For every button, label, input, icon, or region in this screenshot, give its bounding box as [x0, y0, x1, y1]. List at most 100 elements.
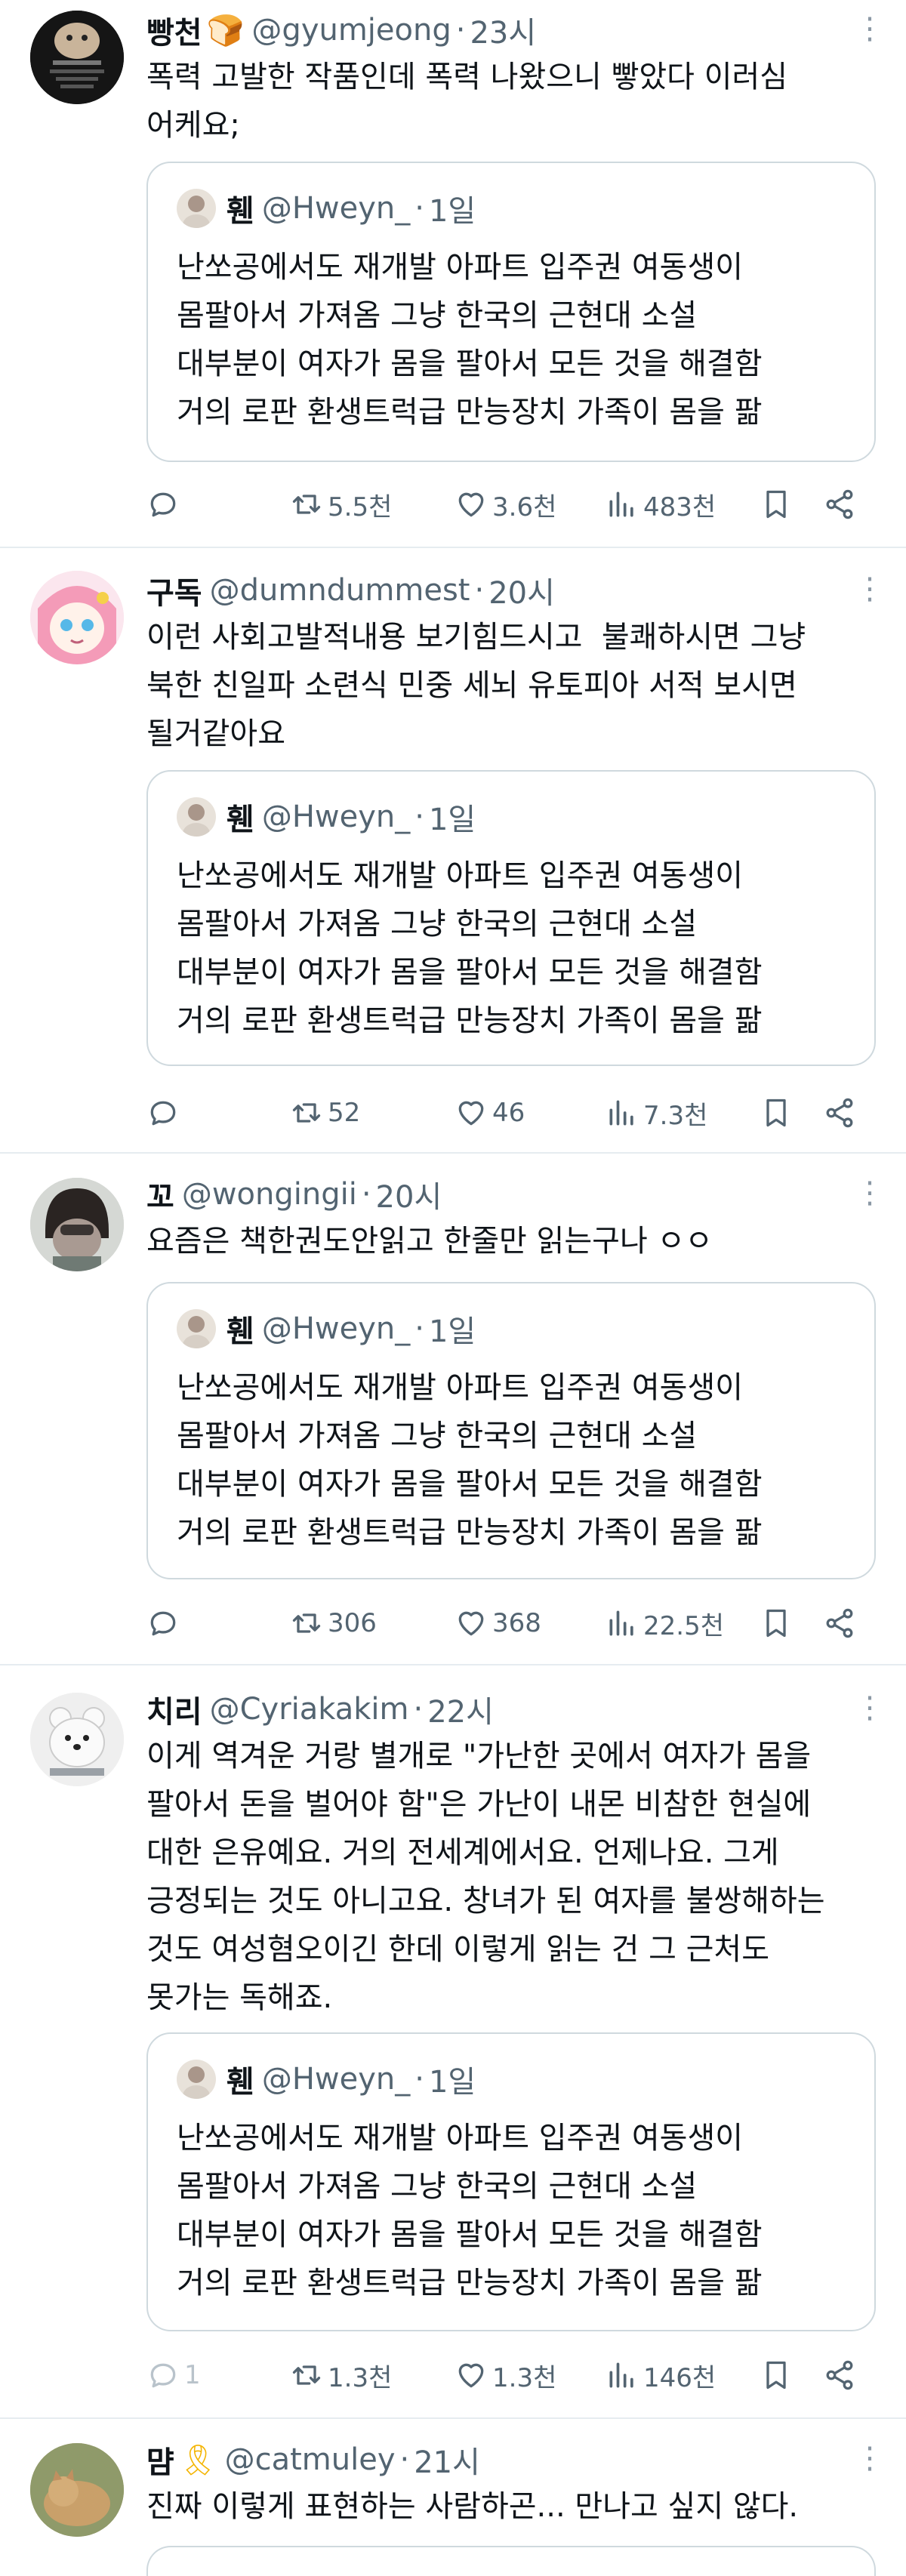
share-button[interactable] — [823, 2354, 861, 2396]
reply-icon — [150, 2363, 176, 2388]
tweet[interactable]: 구독 @dumndummest · 20시 ⋮ 이런 사회고발적내용 보기힘드시… — [0, 548, 906, 1154]
tweet[interactable]: 먐 🎗 @catmuley · 21시 ⋮ 진짜 이렇게 표현하는 사람하곤..… — [0, 2419, 906, 2576]
like-button[interactable]: 46 — [455, 1092, 525, 1134]
retweet-button[interactable]: 5.5천 — [290, 483, 392, 525]
separator-dot: · — [455, 13, 466, 48]
bookmark-icon — [766, 490, 786, 519]
timestamp[interactable]: 21시 — [414, 2438, 480, 2482]
separator-dot: · — [414, 800, 424, 834]
share-button[interactable] — [823, 483, 861, 525]
timestamp[interactable]: 20시 — [376, 1172, 442, 1216]
reply-button[interactable] — [146, 483, 184, 525]
quoted-tweet[interactable] — [146, 2546, 876, 2576]
retweet-count: 52 — [328, 1098, 361, 1128]
more-options-icon[interactable]: ⋮ — [855, 574, 885, 612]
retweet-button[interactable]: 306 — [290, 1602, 377, 1644]
more-options-icon[interactable]: ⋮ — [855, 1178, 885, 1216]
bookmark-button[interactable] — [760, 1602, 797, 1644]
yellow-ribbon-emoji: 🎗 — [178, 2442, 217, 2478]
tweet-text: 폭력 고발한 작품인데 폭력 나왔으니 빻았다 이러심 어케요; — [146, 60, 788, 143]
views-button[interactable]: 7.3천 — [606, 1092, 707, 1134]
reply-icon — [150, 1101, 176, 1126]
author-handle[interactable]: @gyumjeong — [251, 13, 451, 48]
author-handle[interactable]: @catmuley — [225, 2442, 396, 2477]
views-button[interactable]: 483천 — [606, 483, 716, 525]
reply-button[interactable]: 1 — [146, 2354, 201, 2396]
bookmark-button[interactable] — [760, 483, 797, 525]
share-button[interactable] — [823, 1092, 861, 1134]
reply-count: 1 — [184, 2360, 201, 2390]
views-button[interactable]: 22.5천 — [606, 1602, 724, 1644]
quote-timestamp: 1일 — [428, 194, 476, 229]
like-count: 46 — [492, 1098, 525, 1128]
timestamp[interactable]: 20시 — [488, 569, 555, 612]
view-count: 483천 — [643, 491, 716, 522]
author-name[interactable]: 치리 — [146, 1687, 202, 1731]
reply-icon — [150, 1611, 176, 1636]
reply-button[interactable] — [146, 1602, 184, 1644]
author-handle[interactable]: @Cyriakakim — [210, 1692, 409, 1727]
action-bar: 1 1.3천 1.3천 146천 — [146, 2354, 871, 2396]
quoted-tweet[interactable]: 휀 @Hweyn_ · 1일 난쏘공에서도 재개발 아파트 입주권 여동생이 몸… — [146, 2032, 876, 2331]
more-options-icon[interactable]: ⋮ — [855, 14, 885, 51]
author-handle[interactable]: @wongingii — [182, 1177, 357, 1212]
share-button[interactable] — [823, 1602, 861, 1644]
avatar[interactable] — [30, 11, 124, 104]
author-name[interactable]: 꼬 — [146, 1172, 174, 1216]
retweet-icon — [292, 495, 321, 514]
author-name[interactable]: 먐 — [146, 2438, 174, 2482]
like-button[interactable]: 368 — [455, 1602, 541, 1644]
share-icon — [826, 1098, 853, 1128]
quoted-tweet[interactable]: 휀 @Hweyn_ · 1일 난쏘공에서도 재개발 아파트 입주권 여동생이 몸… — [146, 770, 876, 1066]
tweet[interactable]: 빵천 🍞 @gyumjeong · 23시 ⋮ 폭력 고발한 작품인데 폭력 나… — [0, 0, 906, 548]
quote-author-name: 휀 — [226, 1314, 254, 1349]
like-button[interactable]: 3.6천 — [455, 483, 556, 525]
tweet[interactable]: 치리 @Cyriakakim · 22시 ⋮ 이게 역겨운 거랑 별개로 "가난… — [0, 1665, 906, 2419]
quote-avatar — [177, 1309, 216, 1348]
quoted-tweet[interactable]: 휀 @Hweyn_ · 1일 난쏘공에서도 재개발 아파트 입주권 여동생이 몸… — [146, 1282, 876, 1579]
bookmark-button[interactable] — [760, 2354, 797, 2396]
quoted-tweet[interactable]: 휀 @Hweyn_ · 1일 난쏘공에서도 재개발 아파트 입주권 여동생이 몸… — [146, 162, 876, 462]
quote-timestamp: 1일 — [428, 2065, 476, 2100]
author-name[interactable]: 빵천 — [146, 8, 202, 52]
reply-button[interactable] — [146, 1092, 184, 1134]
retweet-button[interactable]: 1.3천 — [290, 2354, 392, 2396]
like-button[interactable]: 1.3천 — [455, 2354, 556, 2396]
tweet-text: 이게 역겨운 거랑 별개로 "가난한 곳에서 여자가 몸을 팔아서 돈을 벌어야… — [146, 1739, 825, 2015]
more-options-icon[interactable]: ⋮ — [855, 2443, 885, 2481]
heart-icon — [458, 1611, 484, 1636]
tweet[interactable]: 꼬 @wongingii · 20시 ⋮ 요즘은 책한권도안읽고 한줄만 읽는구… — [0, 1154, 906, 1665]
quote-author-handle: @Hweyn_ — [261, 1311, 411, 1346]
avatar[interactable] — [30, 571, 124, 664]
timestamp[interactable]: 23시 — [470, 8, 536, 52]
quote-text: 난쏘공에서도 재개발 아파트 입주권 여동생이 몸팔아서 가져옴 그냥 한국의 … — [177, 250, 763, 430]
retweet-icon — [292, 2365, 321, 2385]
separator-dot: · — [414, 1311, 424, 1346]
more-options-icon[interactable]: ⋮ — [855, 1693, 885, 1730]
timestamp[interactable]: 22시 — [427, 1687, 494, 1731]
share-icon — [826, 489, 853, 519]
quote-author-handle: @Hweyn_ — [261, 191, 411, 226]
views-chart-icon — [609, 1100, 633, 1126]
action-bar: 5.5천 3.6천 483천 — [146, 483, 871, 525]
tweet-text: 진짜 이렇게 표현하는 사람하곤... 만나고 싶지 않다. — [146, 2489, 799, 2524]
view-count: 22.5천 — [643, 1610, 724, 1641]
author-name[interactable]: 구독 — [146, 569, 202, 612]
separator-dot: · — [413, 1692, 424, 1727]
avatar[interactable] — [30, 1693, 124, 1786]
bookmark-button[interactable] — [760, 1092, 797, 1134]
separator-dot: · — [399, 2442, 410, 2477]
avatar[interactable] — [30, 1178, 124, 1271]
view-count: 7.3천 — [643, 1100, 708, 1131]
action-bar: 52 46 7.3천 — [146, 1092, 871, 1134]
retweet-button[interactable]: 52 — [290, 1092, 360, 1134]
bookmark-icon — [766, 1098, 786, 1127]
tweet-text: 요즘은 책한권도안읽고 한줄만 읽는구나 ㅇㅇ — [146, 1224, 713, 1259]
bread-emoji: 🍞 — [206, 13, 245, 48]
quote-author-name: 휀 — [226, 194, 254, 229]
avatar[interactable] — [30, 2443, 124, 2537]
author-handle[interactable]: @dumndummest — [210, 573, 470, 608]
views-button[interactable]: 146천 — [606, 2354, 716, 2396]
separator-dot: · — [474, 573, 485, 608]
separator-dot: · — [414, 2062, 424, 2097]
